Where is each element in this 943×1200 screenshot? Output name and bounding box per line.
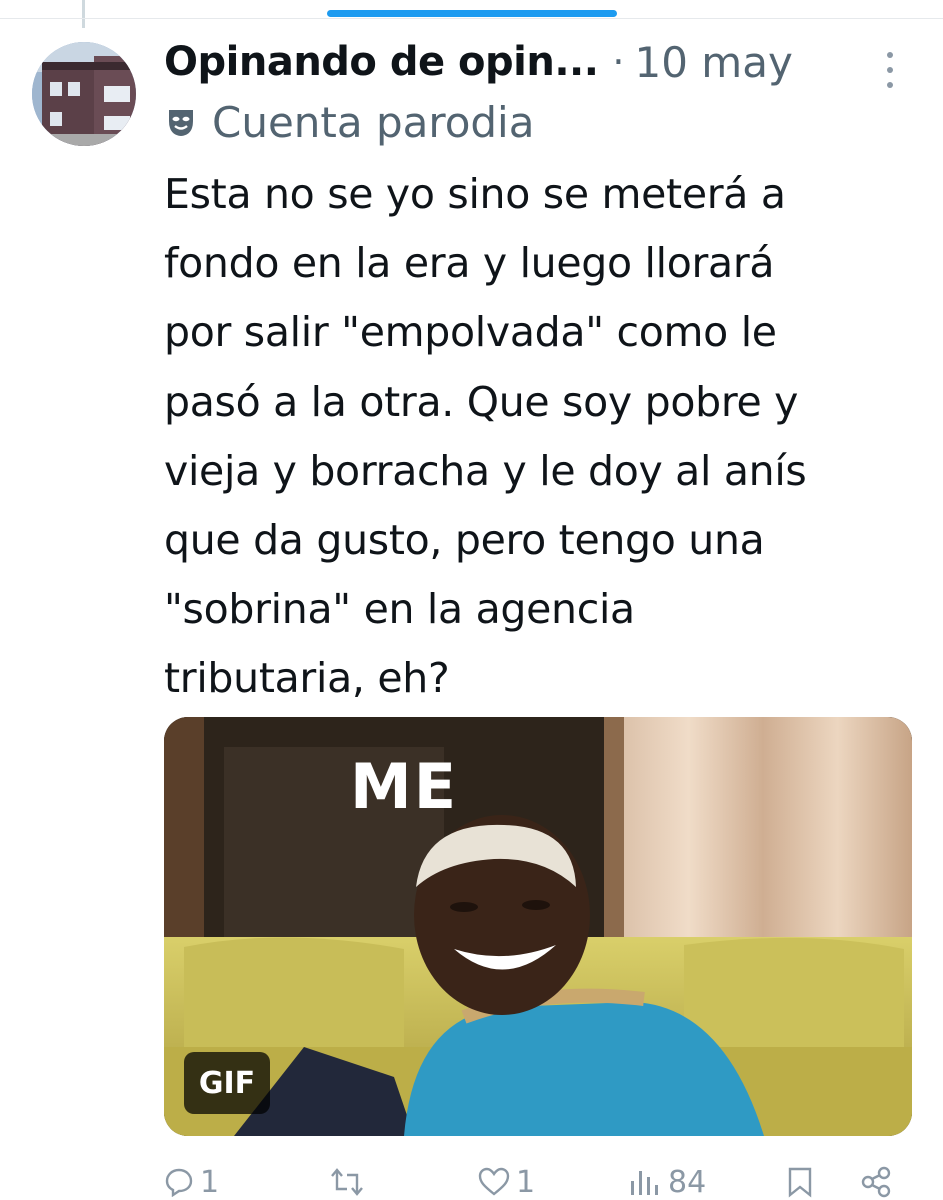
share-button[interactable] [860, 1164, 892, 1200]
parody-label: Cuenta parodia [212, 97, 535, 147]
bookmark-icon [788, 1167, 812, 1198]
reply-button[interactable]: 1 [164, 1164, 219, 1200]
like-count: 1 [516, 1164, 536, 1200]
scroll-indicator [327, 10, 617, 17]
separator-dot: · [612, 40, 625, 84]
views-chart-icon [631, 1171, 658, 1195]
more-vertical-icon[interactable] [870, 48, 910, 92]
author-name[interactable]: Opinando de opin... [164, 39, 599, 85]
reply-icon [165, 1168, 193, 1197]
theater-mask-icon [169, 110, 193, 136]
gif-image [164, 717, 912, 1136]
thread-connector-line [82, 0, 85, 28]
gif-badge: GIF [184, 1052, 270, 1114]
views-button[interactable]: 84 [628, 1164, 706, 1200]
tweet-text: Esta no se yo sino se meterá a fondo en … [164, 170, 807, 703]
like-button[interactable]: 1 [478, 1164, 535, 1200]
divider [0, 18, 943, 19]
repost-icon [331, 1168, 363, 1196]
parody-label-row: Cuenta parodia [164, 96, 534, 148]
bookmark-button[interactable] [786, 1164, 814, 1200]
timestamp[interactable]: 10 may [635, 38, 793, 87]
views-count: 84 [668, 1164, 707, 1200]
reply-count: 1 [200, 1164, 220, 1200]
avatar[interactable] [32, 42, 136, 146]
tweet-action-bar: 1 1 84 [0, 1160, 943, 1200]
avatar-image [32, 42, 136, 146]
tweet-header: Opinando de opin... · 10 may [164, 34, 903, 90]
tweet-media-gif[interactable] [164, 717, 912, 1136]
heart-icon [478, 1167, 510, 1196]
gif-caption-text: ME [350, 750, 459, 823]
share-icon [861, 1166, 891, 1198]
tweet-screen: Opinando de opin... · 10 may Cuenta paro… [0, 0, 943, 1200]
repost-button[interactable] [330, 1164, 370, 1200]
